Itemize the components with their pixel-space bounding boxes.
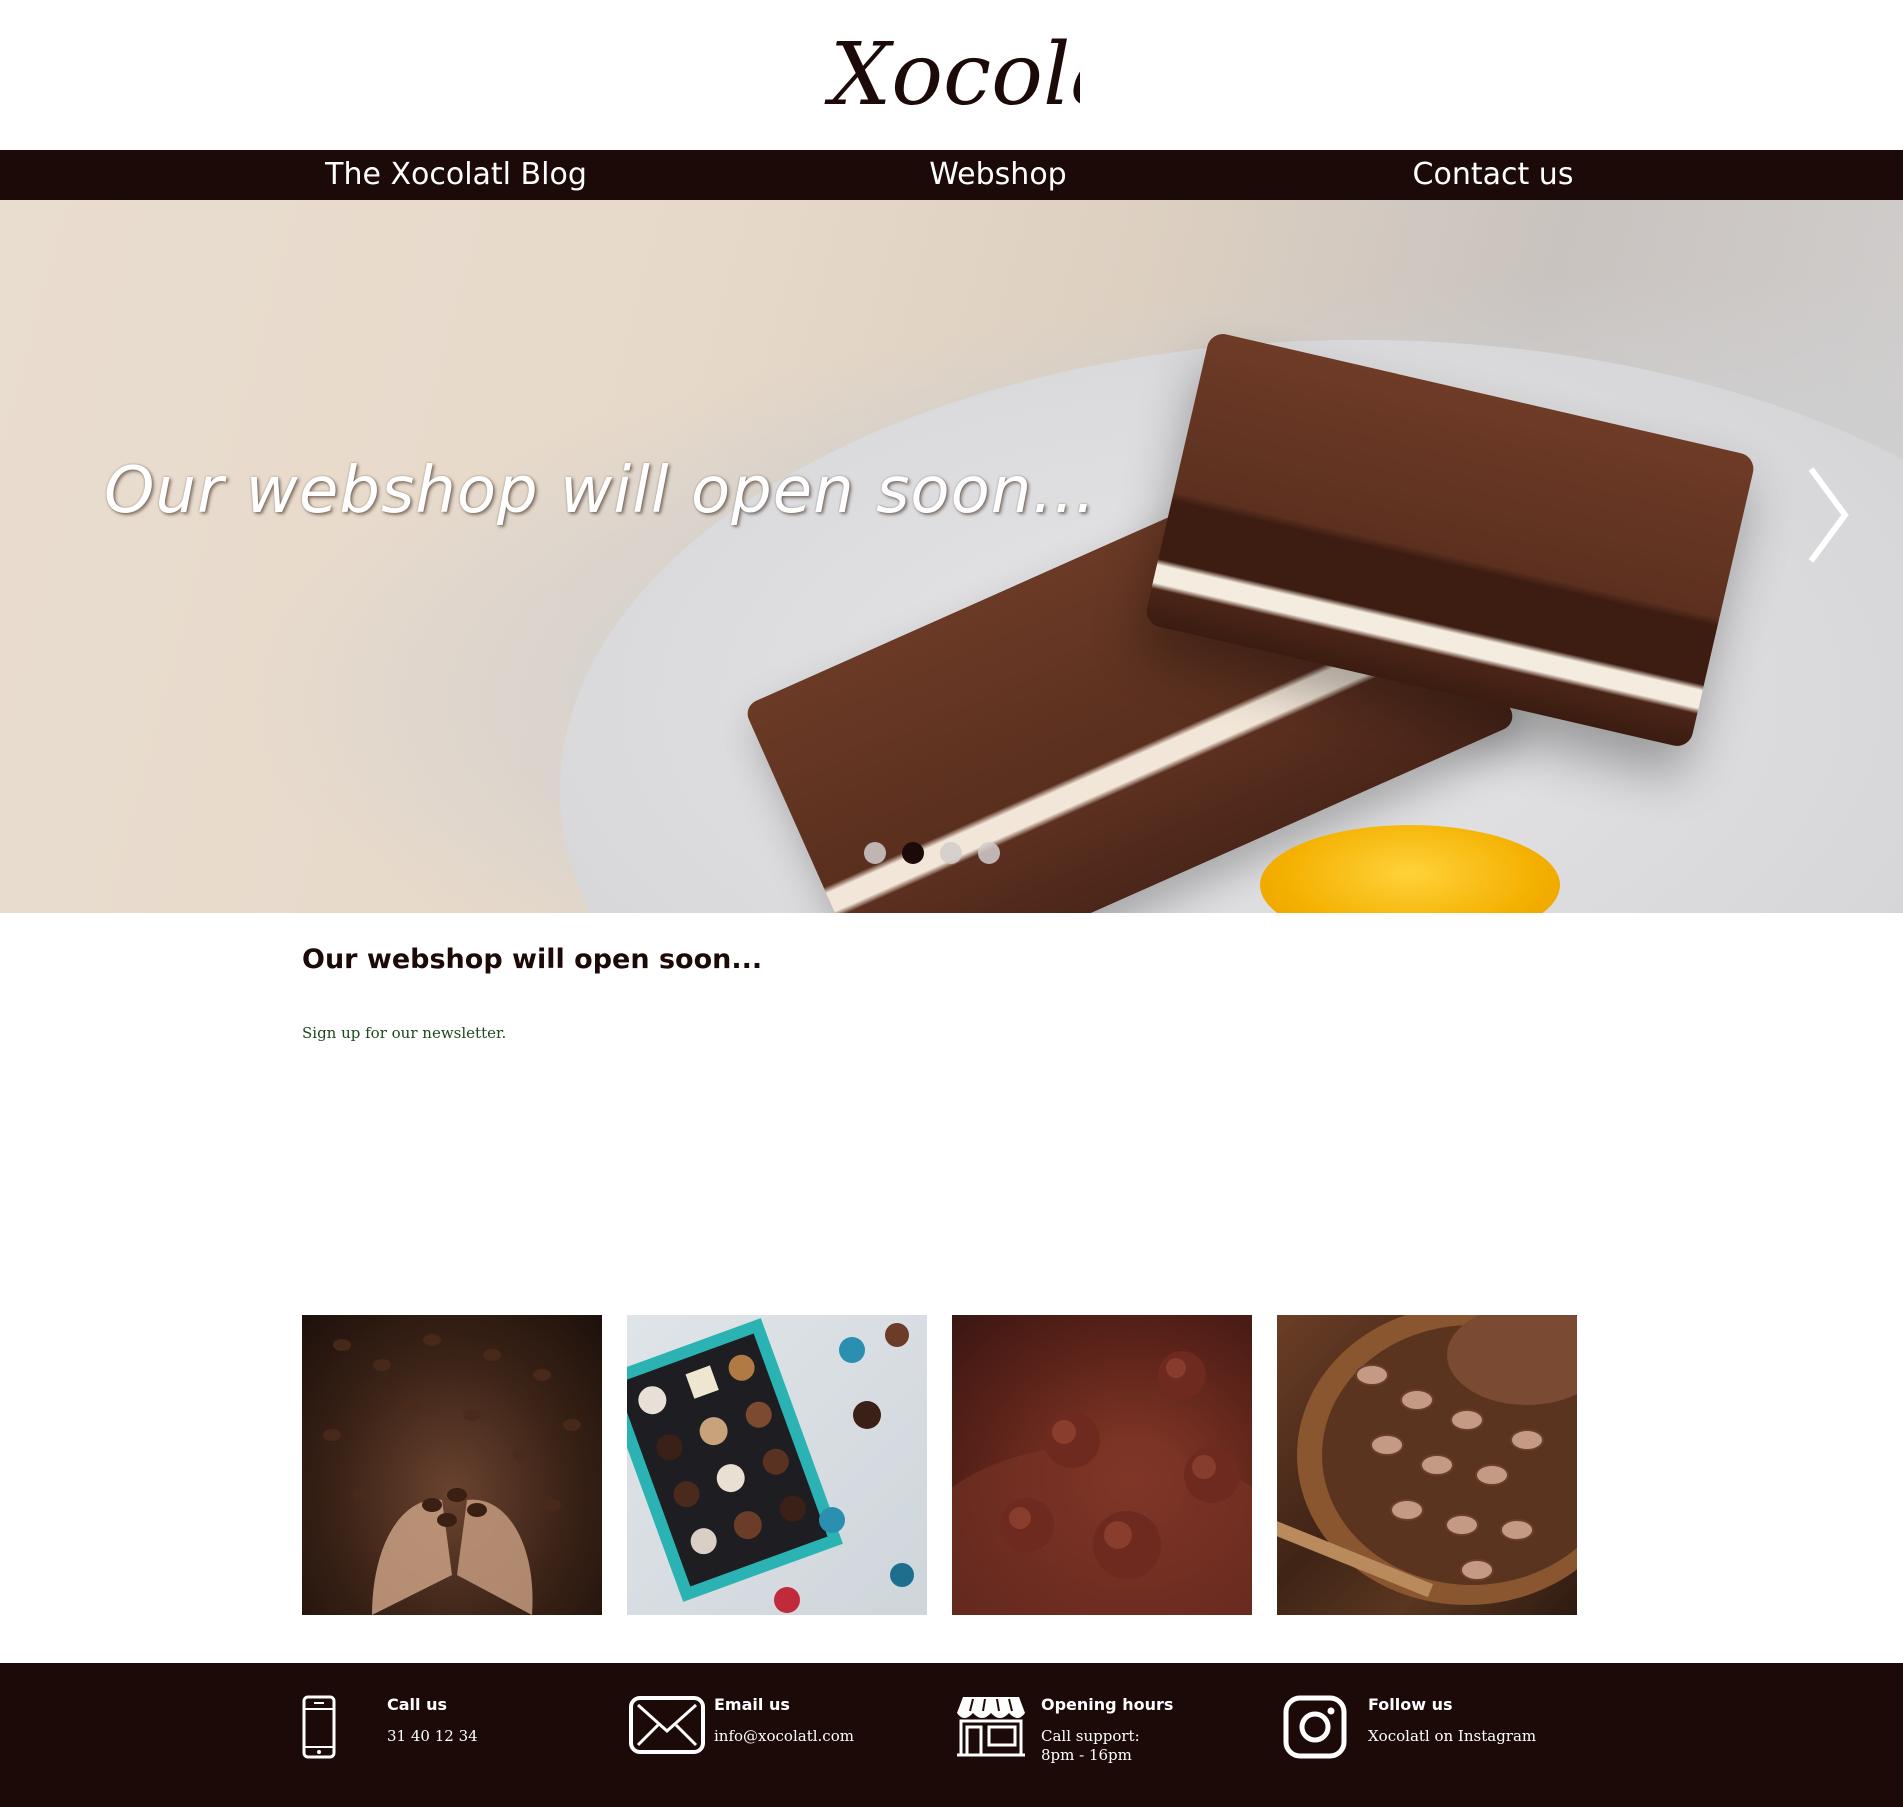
newsletter-link[interactable]: Sign up for our newsletter. <box>302 1024 506 1042</box>
main-nav: The Xocolatl Blog Webshop Contact us <box>0 150 1903 200</box>
xocolatl-logo[interactable]: Xocolatl <box>820 4 1080 148</box>
site-header: Xocolatl <box>0 0 1903 150</box>
gallery-image-cocoa-beans-bowl[interactable] <box>1277 1315 1577 1615</box>
logo-text: Xocolatl <box>824 25 1080 125</box>
hero-slider: Our webshop will open soon... <box>0 200 1903 913</box>
chocolate-box-image <box>627 1318 914 1613</box>
chevron-right-icon[interactable] <box>1805 465 1855 565</box>
nav-item-contact[interactable]: Contact us <box>1413 150 1574 200</box>
envelope-icon[interactable] <box>628 1695 706 1755</box>
truffles-image <box>952 1351 1252 1615</box>
footer-email-text[interactable]: info@xocolatl.com <box>714 1727 854 1746</box>
cocoa-beans-hands-image <box>323 1334 581 1615</box>
cocoa-bowl-image <box>1277 1315 1577 1605</box>
nav-item-webshop[interactable]: Webshop <box>929 150 1066 200</box>
footer-hours-line1: Call support: <box>1041 1727 1140 1745</box>
slider-dot[interactable] <box>864 842 886 864</box>
slider-dot[interactable] <box>978 842 1000 864</box>
gallery-image-cocoa-beans-hands[interactable] <box>302 1315 602 1615</box>
footer-follow-title: Follow us <box>1368 1695 1453 1714</box>
hero-caption: Our webshop will open soon... <box>104 454 1097 528</box>
site-footer: Call us 31 40 12 34 Email us info@xocola… <box>0 1663 1903 1807</box>
footer-email-title: Email us <box>714 1695 790 1714</box>
page-title: Our webshop will open soon... <box>302 944 763 975</box>
footer-follow-text[interactable]: Xocolatl on Instagram <box>1368 1727 1536 1746</box>
footer-hours-line2: 8pm - 16pm <box>1041 1746 1132 1764</box>
phone-icon[interactable] <box>302 1695 336 1759</box>
footer-call-text[interactable]: 31 40 12 34 <box>387 1727 478 1746</box>
slider-dot[interactable] <box>940 842 962 864</box>
gallery-image-truffles[interactable] <box>952 1315 1252 1615</box>
footer-call-title: Call us <box>387 1695 447 1714</box>
nav-item-blog[interactable]: The Xocolatl Blog <box>325 150 587 200</box>
instagram-icon[interactable] <box>1283 1695 1347 1759</box>
store-icon <box>957 1697 1025 1757</box>
footer-hours-title: Opening hours <box>1041 1695 1174 1714</box>
slider-dot-active[interactable] <box>902 842 924 864</box>
gallery-image-chocolate-box[interactable] <box>627 1315 927 1615</box>
